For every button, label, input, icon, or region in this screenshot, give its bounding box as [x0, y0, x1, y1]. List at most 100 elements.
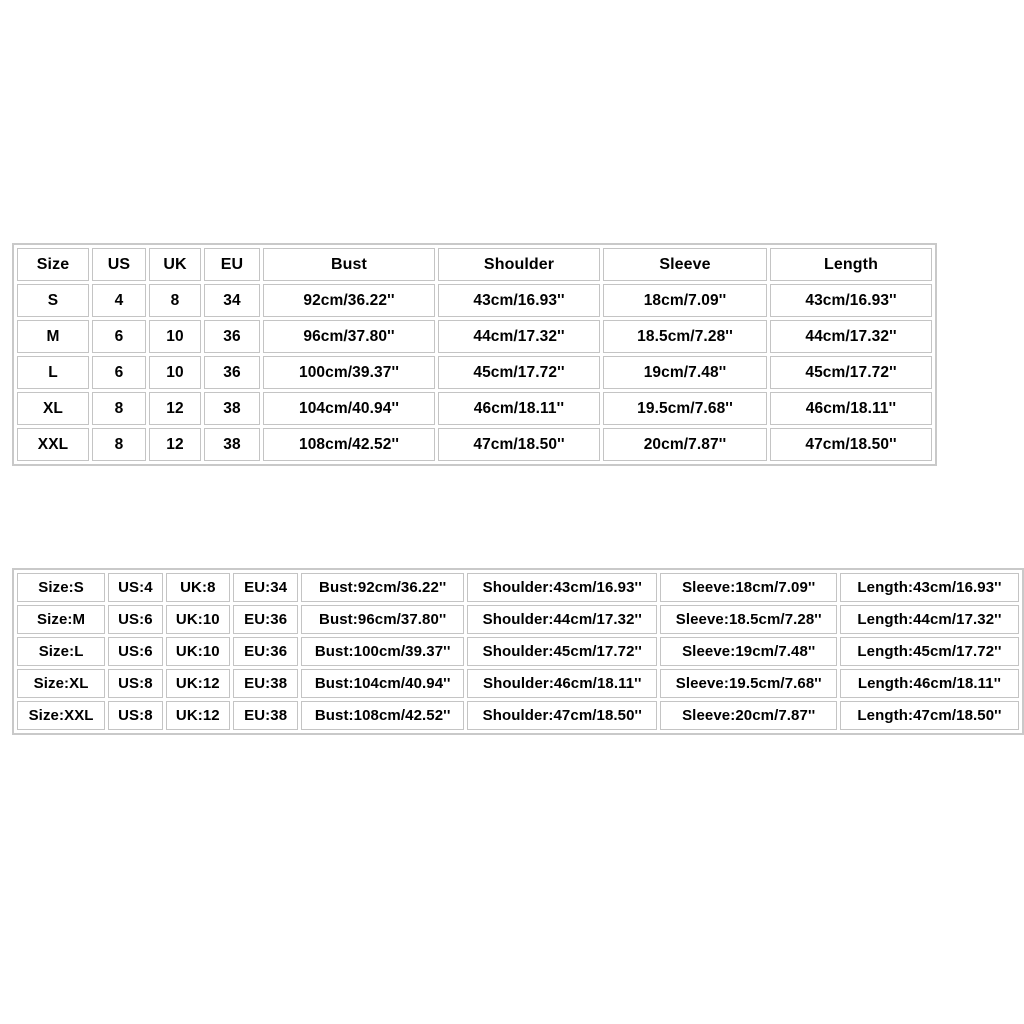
table-row: XL 8 12 38 104cm/40.94'' 46cm/18.11'' 19… — [17, 392, 932, 425]
cell-sleeve: 20cm/7.87'' — [603, 428, 767, 461]
cell-shoulder: Shoulder:46cm/18.11'' — [467, 669, 658, 698]
column-header-bust: Bust — [263, 248, 435, 281]
cell-uk: UK:8 — [165, 573, 231, 602]
cell-size: M — [17, 320, 89, 353]
cell-eu: EU:34 — [233, 573, 299, 602]
table-row: Size:XL US:8 UK:12 EU:38 Bust:104cm/40.9… — [17, 669, 1019, 698]
size-chart-page: Size US UK EU Bust Shoulder Sleeve Lengt… — [0, 0, 1024, 1024]
cell-length: 44cm/17.32'' — [770, 320, 932, 353]
cell-uk: UK:12 — [165, 669, 231, 698]
cell-length: 46cm/18.11'' — [770, 392, 932, 425]
table-row: Size:S US:4 UK:8 EU:34 Bust:92cm/36.22''… — [17, 573, 1019, 602]
cell-shoulder: 44cm/17.32'' — [438, 320, 600, 353]
table-row: Size:M US:6 UK:10 EU:36 Bust:96cm/37.80'… — [17, 605, 1019, 634]
table-header-row: Size US UK EU Bust Shoulder Sleeve Lengt… — [17, 248, 932, 281]
column-header-uk: UK — [149, 248, 201, 281]
cell-uk: 12 — [149, 428, 201, 461]
cell-eu: EU:36 — [233, 605, 299, 634]
cell-eu: EU:36 — [233, 637, 299, 666]
table-row: L 6 10 36 100cm/39.37'' 45cm/17.72'' 19c… — [17, 356, 932, 389]
table-row: M 6 10 36 96cm/37.80'' 44cm/17.32'' 18.5… — [17, 320, 932, 353]
cell-bust: 104cm/40.94'' — [263, 392, 435, 425]
cell-uk: UK:10 — [165, 637, 231, 666]
size-table: Size US UK EU Bust Shoulder Sleeve Lengt… — [12, 243, 937, 466]
size-table-labeled: Size:S US:4 UK:8 EU:34 Bust:92cm/36.22''… — [12, 568, 1024, 735]
cell-length: 47cm/18.50'' — [770, 428, 932, 461]
table-body: Size:S US:4 UK:8 EU:34 Bust:92cm/36.22''… — [17, 573, 1019, 730]
table-header: Size US UK EU Bust Shoulder Sleeve Lengt… — [17, 248, 932, 281]
cell-us: US:6 — [108, 637, 163, 666]
cell-eu: 36 — [204, 320, 260, 353]
cell-us: 8 — [92, 428, 146, 461]
column-header-eu: EU — [204, 248, 260, 281]
cell-sleeve: Sleeve:18cm/7.09'' — [660, 573, 837, 602]
cell-us: 8 — [92, 392, 146, 425]
cell-size: Size:L — [17, 637, 106, 666]
cell-bust: Bust:96cm/37.80'' — [301, 605, 465, 634]
cell-us: 6 — [92, 320, 146, 353]
cell-length: Length:44cm/17.32'' — [839, 605, 1019, 634]
cell-bust: Bust:92cm/36.22'' — [301, 573, 465, 602]
cell-length: Length:46cm/18.11'' — [839, 669, 1019, 698]
column-header-shoulder: Shoulder — [438, 248, 600, 281]
cell-uk: 10 — [149, 356, 201, 389]
cell-bust: Bust:100cm/39.37'' — [301, 637, 465, 666]
column-header-us: US — [92, 248, 146, 281]
table-body: S 4 8 34 92cm/36.22'' 43cm/16.93'' 18cm/… — [17, 284, 932, 461]
cell-eu: 34 — [204, 284, 260, 317]
cell-sleeve: 18cm/7.09'' — [603, 284, 767, 317]
table-row: Size:L US:6 UK:10 EU:36 Bust:100cm/39.37… — [17, 637, 1019, 666]
cell-us: 6 — [92, 356, 146, 389]
cell-bust: Bust:104cm/40.94'' — [301, 669, 465, 698]
cell-uk: 12 — [149, 392, 201, 425]
cell-length: Length:47cm/18.50'' — [839, 701, 1019, 730]
cell-shoulder: Shoulder:45cm/17.72'' — [467, 637, 658, 666]
cell-length: 43cm/16.93'' — [770, 284, 932, 317]
cell-bust: 96cm/37.80'' — [263, 320, 435, 353]
cell-us: US:6 — [108, 605, 163, 634]
cell-bust: Bust:108cm/42.52'' — [301, 701, 465, 730]
cell-size: XXL — [17, 428, 89, 461]
cell-bust: 100cm/39.37'' — [263, 356, 435, 389]
cell-us: US:8 — [108, 701, 163, 730]
cell-uk: UK:12 — [165, 701, 231, 730]
cell-size: Size:XL — [17, 669, 106, 698]
cell-length: 45cm/17.72'' — [770, 356, 932, 389]
cell-size: XL — [17, 392, 89, 425]
cell-shoulder: 46cm/18.11'' — [438, 392, 600, 425]
table-row: S 4 8 34 92cm/36.22'' 43cm/16.93'' 18cm/… — [17, 284, 932, 317]
cell-eu: EU:38 — [233, 669, 299, 698]
size-chart-table-primary: Size US UK EU Bust Shoulder Sleeve Lengt… — [12, 243, 937, 466]
cell-shoulder: 43cm/16.93'' — [438, 284, 600, 317]
cell-uk: 8 — [149, 284, 201, 317]
cell-eu: 38 — [204, 428, 260, 461]
cell-sleeve: 19cm/7.48'' — [603, 356, 767, 389]
cell-shoulder: Shoulder:47cm/18.50'' — [467, 701, 658, 730]
cell-size: S — [17, 284, 89, 317]
cell-shoulder: Shoulder:44cm/17.32'' — [467, 605, 658, 634]
cell-size: Size:S — [17, 573, 106, 602]
table-row: Size:XXL US:8 UK:12 EU:38 Bust:108cm/42.… — [17, 701, 1019, 730]
cell-length: Length:45cm/17.72'' — [839, 637, 1019, 666]
cell-sleeve: Sleeve:19cm/7.48'' — [660, 637, 837, 666]
cell-eu: 36 — [204, 356, 260, 389]
cell-sleeve: Sleeve:18.5cm/7.28'' — [660, 605, 837, 634]
cell-sleeve: Sleeve:20cm/7.87'' — [660, 701, 837, 730]
cell-uk: UK:10 — [165, 605, 231, 634]
table-row: XXL 8 12 38 108cm/42.52'' 47cm/18.50'' 2… — [17, 428, 932, 461]
size-chart-table-labeled: Size:S US:4 UK:8 EU:34 Bust:92cm/36.22''… — [12, 568, 1024, 735]
cell-us: US:8 — [108, 669, 163, 698]
cell-shoulder: Shoulder:43cm/16.93'' — [467, 573, 658, 602]
cell-eu: EU:38 — [233, 701, 299, 730]
cell-size: L — [17, 356, 89, 389]
cell-eu: 38 — [204, 392, 260, 425]
column-header-sleeve: Sleeve — [603, 248, 767, 281]
cell-sleeve: 18.5cm/7.28'' — [603, 320, 767, 353]
cell-shoulder: 47cm/18.50'' — [438, 428, 600, 461]
cell-length: Length:43cm/16.93'' — [839, 573, 1019, 602]
column-header-length: Length — [770, 248, 932, 281]
cell-bust: 92cm/36.22'' — [263, 284, 435, 317]
cell-sleeve: 19.5cm/7.68'' — [603, 392, 767, 425]
cell-us: 4 — [92, 284, 146, 317]
cell-size: Size:XXL — [17, 701, 106, 730]
